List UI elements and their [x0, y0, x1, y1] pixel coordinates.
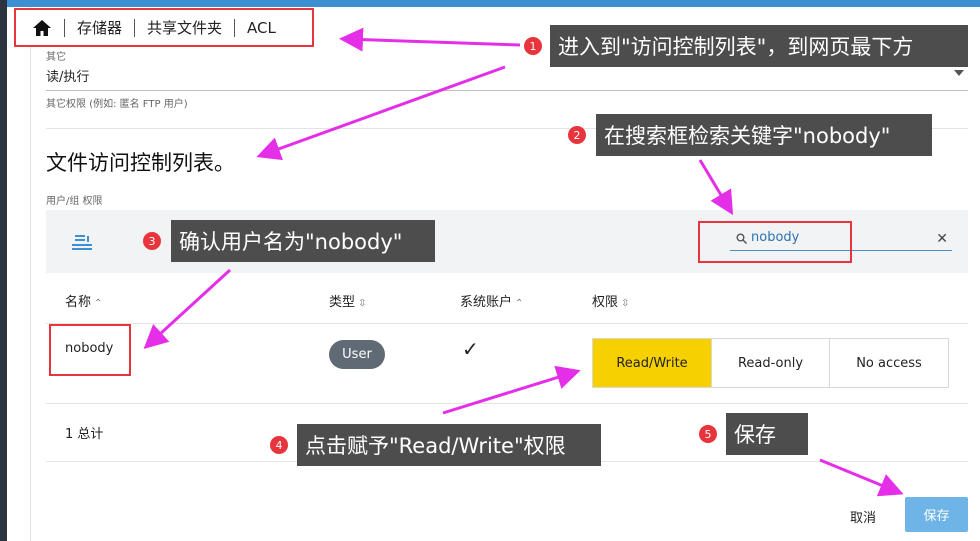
- column-header-label: 系统账户: [460, 295, 513, 310]
- arrow-3: [143, 268, 232, 350]
- breadcrumb-separator: [134, 18, 136, 37]
- user-group-icon[interactable]: [72, 233, 92, 251]
- annotation-callout-5: 保存: [726, 413, 808, 455]
- clear-icon[interactable]: ✕: [936, 231, 948, 247]
- arrow-2: [698, 159, 734, 216]
- column-header-name[interactable]: 名称 ⌃: [65, 291, 102, 310]
- others-hint: 其它权限 (例如: 匿名 FTP 用户): [46, 99, 188, 110]
- save-button[interactable]: 保存: [905, 497, 968, 532]
- breadcrumb-separator: [64, 18, 65, 37]
- others-permission-value: 读/执行: [46, 70, 90, 85]
- left-rail: [0, 0, 7, 541]
- total-count: 1 总计: [65, 427, 104, 442]
- arrow-1a: [339, 27, 521, 52]
- section-title: 文件访问控制列表。: [46, 151, 235, 175]
- top-bar: [0, 0, 980, 7]
- annotation-callout-4: 点击赋予"Read/Write"权限: [297, 424, 601, 466]
- annotation-callout-2: 在搜索框检索关键字"nobody": [596, 114, 932, 156]
- annotation-number-4: 4: [270, 436, 288, 454]
- annotation-callout-3: 确认用户名为"nobody": [171, 220, 435, 262]
- annotation-number-1: 1: [524, 37, 542, 55]
- sort-icon: ⇳: [358, 298, 367, 309]
- breadcrumb-item-storage[interactable]: 存储器: [77, 17, 122, 38]
- sort-asc-icon: ⌃: [515, 298, 524, 309]
- search-highlight-box: [698, 221, 852, 263]
- check-icon: ✓: [462, 337, 479, 361]
- type-badge: User: [329, 340, 385, 369]
- section-subtitle: 用户/组 权限: [46, 196, 103, 207]
- arrow-5: [819, 458, 904, 497]
- column-header-label: 名称: [65, 295, 92, 310]
- annotation-number-3: 3: [143, 232, 161, 250]
- home-icon[interactable]: [32, 19, 52, 37]
- breadcrumb-item-shared-folders[interactable]: 共享文件夹: [147, 17, 222, 38]
- column-header-label: 权限: [592, 295, 619, 310]
- column-header-system-account[interactable]: 系统账户 ⌃: [460, 291, 523, 310]
- column-header-label: 类型: [329, 295, 356, 310]
- arrow-4: [442, 365, 581, 415]
- others-label: 其它: [46, 52, 66, 63]
- breadcrumb-item-acl: ACL: [247, 18, 276, 37]
- table-divider: [46, 323, 968, 324]
- permission-read-only-button[interactable]: Read-only: [711, 338, 830, 388]
- sort-icon: ⇳: [621, 298, 630, 309]
- chevron-down-icon: [954, 70, 964, 76]
- annotation-number-2: 2: [568, 126, 586, 144]
- cancel-button[interactable]: 取消: [850, 507, 876, 526]
- sort-asc-icon: ⌃: [94, 298, 103, 309]
- breadcrumb: 存储器 共享文件夹 ACL: [14, 8, 314, 47]
- annotation-number-5: 5: [699, 425, 717, 443]
- table-divider: [46, 403, 968, 404]
- column-header-type[interactable]: 类型 ⇳: [329, 291, 366, 310]
- permission-read-write-button[interactable]: Read/Write: [592, 338, 712, 388]
- column-header-permission[interactable]: 权限 ⇳: [592, 291, 629, 310]
- permission-no-access-button[interactable]: No access: [829, 338, 949, 388]
- breadcrumb-separator: [234, 18, 236, 37]
- name-highlight-box: [49, 324, 131, 376]
- content-border: [30, 7, 31, 541]
- annotation-callout-1: 进入到"访问控制列表"，到网页最下方: [550, 25, 968, 67]
